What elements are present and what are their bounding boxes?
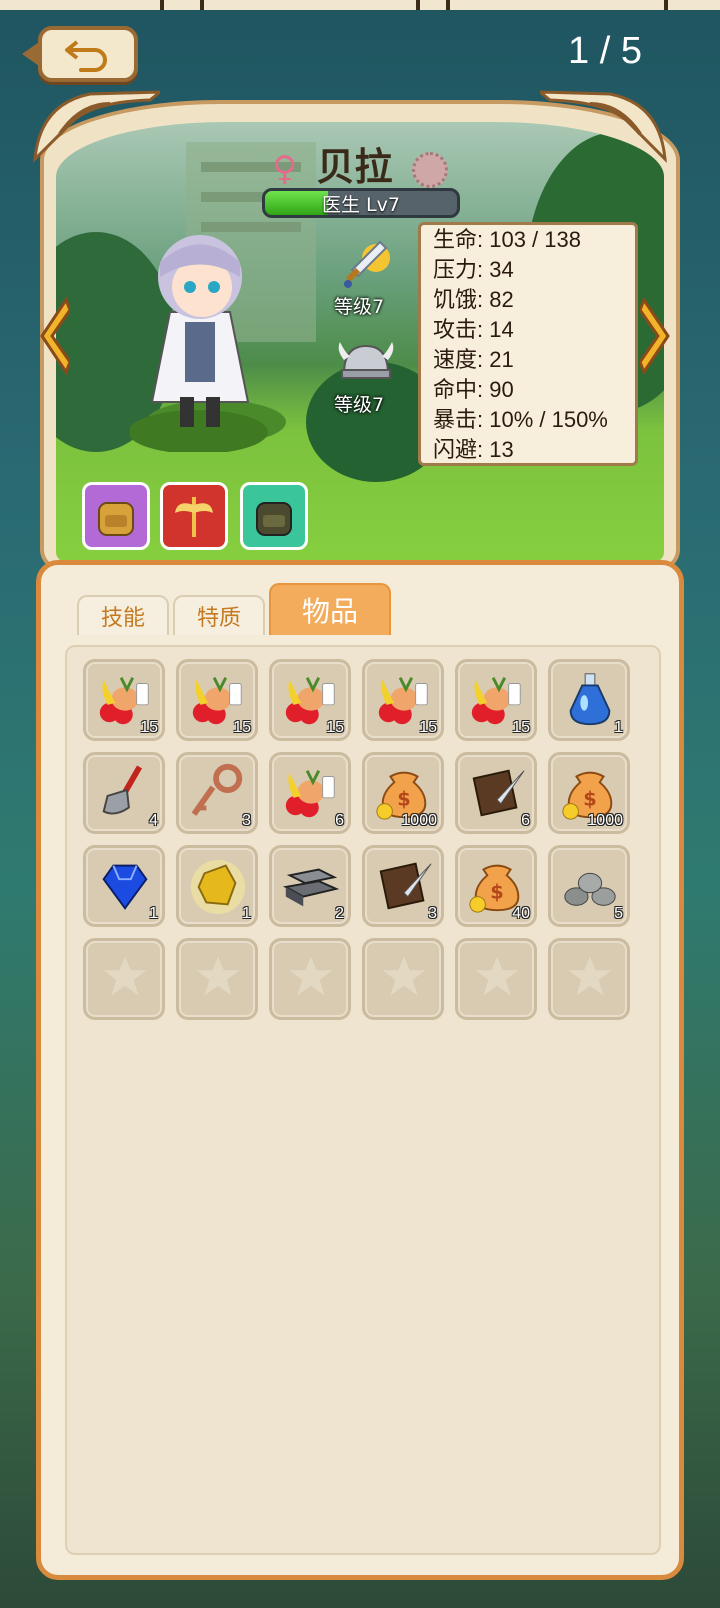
item-count: 15 <box>512 719 530 736</box>
inventory-slot[interactable]: 6 <box>269 752 351 834</box>
item-count: 1 <box>614 719 623 736</box>
gold-ore-icon <box>190 859 246 915</box>
stat-dodge: 闪避: 13 <box>433 437 514 462</box>
backpack-green-icon <box>256 502 292 536</box>
accessory-slot-1[interactable] <box>82 482 150 550</box>
inventory-slot[interactable]: 15 <box>269 659 351 741</box>
undo-arrow-icon <box>65 40 107 72</box>
empty-inventory-slot[interactable] <box>362 938 444 1020</box>
accessory-slot-3[interactable] <box>240 482 308 550</box>
backpack-gold-icon <box>98 502 134 536</box>
top-strip <box>0 0 720 10</box>
inventory-slot[interactable]: 1 <box>83 845 165 927</box>
inventory-slot[interactable]: 2 <box>269 845 351 927</box>
sword-level-label: 等级7 <box>334 296 385 318</box>
helmet-icon[interactable] <box>336 340 396 390</box>
character-portrait <box>130 235 268 452</box>
item-count: 3 <box>428 905 437 922</box>
item-count: 1 <box>242 905 251 922</box>
svg-text:$: $ <box>490 881 503 904</box>
inventory-slot[interactable]: $1000 <box>548 752 630 834</box>
tab-skills[interactable]: 技能 <box>77 595 169 635</box>
item-count: 15 <box>233 719 251 736</box>
empty-slot-icon <box>103 956 147 996</box>
item-count: 2 <box>335 905 344 922</box>
item-count: 4 <box>149 812 158 829</box>
gear-icon[interactable] <box>411 151 448 188</box>
sword-icon[interactable] <box>340 238 390 292</box>
stats-panel: 生命: 103 / 138 压力: 34 饥饿: 82 攻击: 14 速度: 2… <box>418 222 638 466</box>
stone-pile-icon <box>564 872 616 906</box>
empty-inventory-slot[interactable] <box>176 938 258 1020</box>
empty-slot-icon <box>568 956 612 996</box>
item-count: 1 <box>149 905 158 922</box>
female-icon: ♀ <box>272 149 298 189</box>
helmet-level-label: 等级7 <box>334 394 385 416</box>
tab-items[interactable]: 物品 <box>269 583 391 635</box>
character-name: 贝拉 <box>316 145 393 189</box>
stat-crit: 暴击: 10% / 150% <box>433 407 608 432</box>
inventory-slot[interactable]: 6 <box>455 752 537 834</box>
stat-stress: 压力: 34 <box>433 257 514 282</box>
stat-speed: 速度: 21 <box>433 347 514 372</box>
item-count: 15 <box>419 719 437 736</box>
axe-icon <box>175 497 213 537</box>
inventory-slot[interactable]: 3 <box>176 752 258 834</box>
empty-inventory-slot[interactable] <box>269 938 351 1020</box>
sapphire-icon <box>102 864 148 910</box>
key-icon <box>191 763 243 816</box>
next-character-arrow[interactable] <box>640 296 674 376</box>
empty-inventory-slot[interactable] <box>83 938 165 1020</box>
item-count: 5 <box>614 905 623 922</box>
inventory-slot[interactable]: 15 <box>455 659 537 741</box>
item-count: 15 <box>326 719 344 736</box>
stat-attack: 攻击: 14 <box>433 317 514 342</box>
leather-knife-icon <box>472 769 525 817</box>
tab-traits[interactable]: 特质 <box>173 595 265 635</box>
empty-slot-icon <box>382 956 426 996</box>
empty-slot-icon <box>475 956 519 996</box>
stat-hunger: 饥饿: 82 <box>433 287 514 312</box>
item-count: 40 <box>512 905 530 922</box>
inventory-slot[interactable]: 15 <box>83 659 165 741</box>
inventory-slot[interactable]: 5 <box>548 845 630 927</box>
stat-hp: 生命: 103 / 138 <box>433 227 581 252</box>
svg-text:$: $ <box>583 788 596 811</box>
inventory-slot[interactable]: $40 <box>455 845 537 927</box>
inventory-slot[interactable]: 15 <box>176 659 258 741</box>
empty-inventory-slot[interactable] <box>548 938 630 1020</box>
accessory-slot-2[interactable] <box>160 482 228 550</box>
inventory-grid: 15 15 15 15 15 1 4 3 6 $1000 6 $1000 1 1 2 3 $40 5 <box>65 645 661 1555</box>
inventory-slot[interactable]: 15 <box>362 659 444 741</box>
stat-accuracy: 命中: 90 <box>433 377 514 402</box>
inventory-slot[interactable]: $1000 <box>362 752 444 834</box>
inventory-slot[interactable]: 1 <box>176 845 258 927</box>
item-count: 6 <box>521 812 530 829</box>
level-bar: 医生 Lv7 <box>262 188 460 218</box>
class-level-label: 医生 Lv7 <box>322 193 400 216</box>
character-name-row: ♀ 贝拉 <box>0 136 720 191</box>
empty-slot-icon <box>196 956 240 996</box>
item-count: 1000 <box>401 812 437 829</box>
back-button[interactable] <box>22 26 138 82</box>
potion-icon <box>569 673 611 726</box>
leather-knife-icon <box>379 862 432 910</box>
prev-character-arrow[interactable] <box>36 296 70 376</box>
food-bundle-icon <box>285 770 335 818</box>
inventory-slot[interactable]: 1 <box>548 659 630 741</box>
item-count: 6 <box>335 812 344 829</box>
shovel-icon <box>102 765 143 815</box>
item-count: 1000 <box>587 812 623 829</box>
inventory-slot[interactable]: 4 <box>83 752 165 834</box>
empty-slot-icon <box>289 956 333 996</box>
page-counter: 1 / 5 <box>568 30 642 72</box>
inventory-panel: 技能 特质 物品 15 15 15 15 15 1 4 3 6 $1000 6 $1000 1 1 2 3 $4… <box>36 560 684 1580</box>
item-count: 3 <box>242 812 251 829</box>
svg-text:$: $ <box>397 788 410 811</box>
inventory-slot[interactable]: 3 <box>362 845 444 927</box>
item-count: 15 <box>140 719 158 736</box>
empty-inventory-slot[interactable] <box>455 938 537 1020</box>
iron-ingot-icon <box>282 868 340 907</box>
